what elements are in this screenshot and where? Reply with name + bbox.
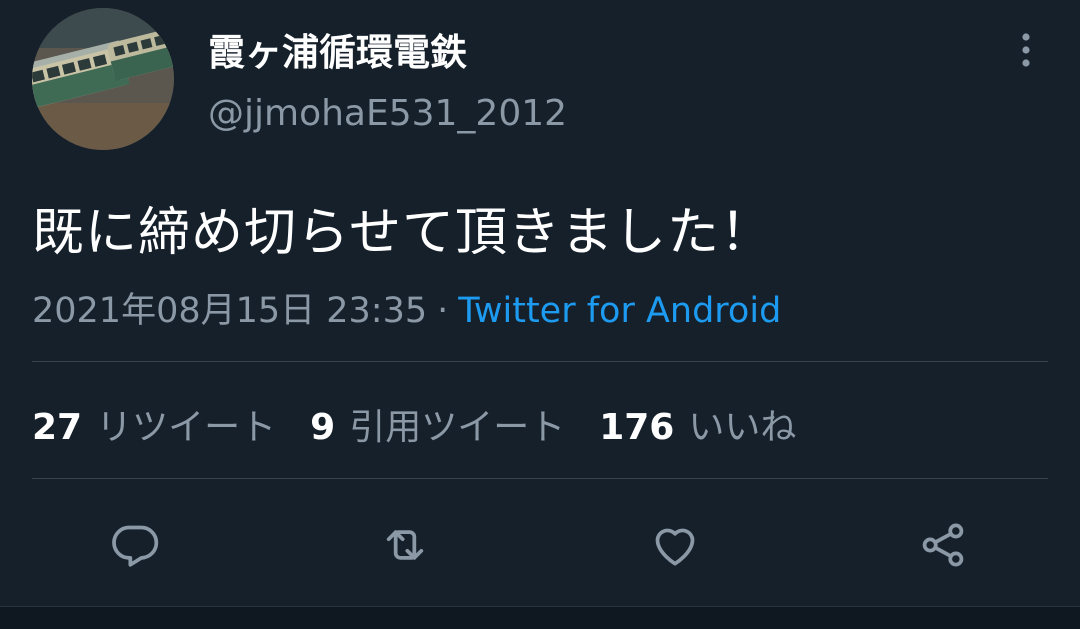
tweet-detail: 霞ヶ浦循環電鉄 @jjmohaE531_2012 既に締め切らせて頂きました！ … (0, 0, 1080, 629)
meta-separator: · (437, 291, 449, 331)
quote-count: 9 (310, 407, 336, 448)
share-icon (922, 523, 964, 567)
retweet-count: 27 (32, 407, 83, 448)
likes-stat[interactable]: 176 いいね (599, 398, 796, 450)
quote-label: 引用ツイート (349, 407, 566, 448)
tweet-timestamp[interactable]: 2021年08月15日 23:35 (32, 291, 427, 331)
display-name[interactable]: 霞ヶ浦循環電鉄 (208, 22, 467, 76)
avatar-train-image (32, 8, 174, 150)
divider (32, 361, 1048, 362)
retweet-button[interactable] (370, 510, 440, 580)
like-count: 176 (599, 407, 675, 448)
quotes-stat[interactable]: 9 引用ツイート (310, 398, 565, 450)
tweet-source-link[interactable]: Twitter for Android (458, 291, 781, 331)
tweet-stats: 27 リツイート 9 引用ツイート 176 いいね (32, 398, 796, 450)
more-options-button[interactable] (1006, 28, 1046, 72)
reply-icon (112, 525, 159, 567)
like-label: いいね (688, 407, 797, 448)
divider (32, 478, 1048, 479)
bottom-edge (0, 606, 1080, 629)
retweet-label: リツイート (96, 407, 277, 448)
tweet-text: 既に締め切らせて頂きました！ (32, 203, 773, 263)
user-handle[interactable]: @jjmohaE531_2012 (208, 93, 567, 134)
reply-button[interactable] (100, 510, 170, 580)
heart-icon (655, 528, 695, 566)
tweet-meta: 2021年08月15日 23:35 · Twitter for Android (32, 282, 781, 333)
retweet-icon (386, 530, 424, 560)
share-button[interactable] (908, 510, 978, 580)
like-button[interactable] (640, 510, 710, 580)
avatar[interactable] (32, 8, 174, 150)
more-vertical-icon (1022, 33, 1030, 67)
action-bar (0, 510, 1080, 580)
retweets-stat[interactable]: 27 リツイート (32, 398, 276, 450)
